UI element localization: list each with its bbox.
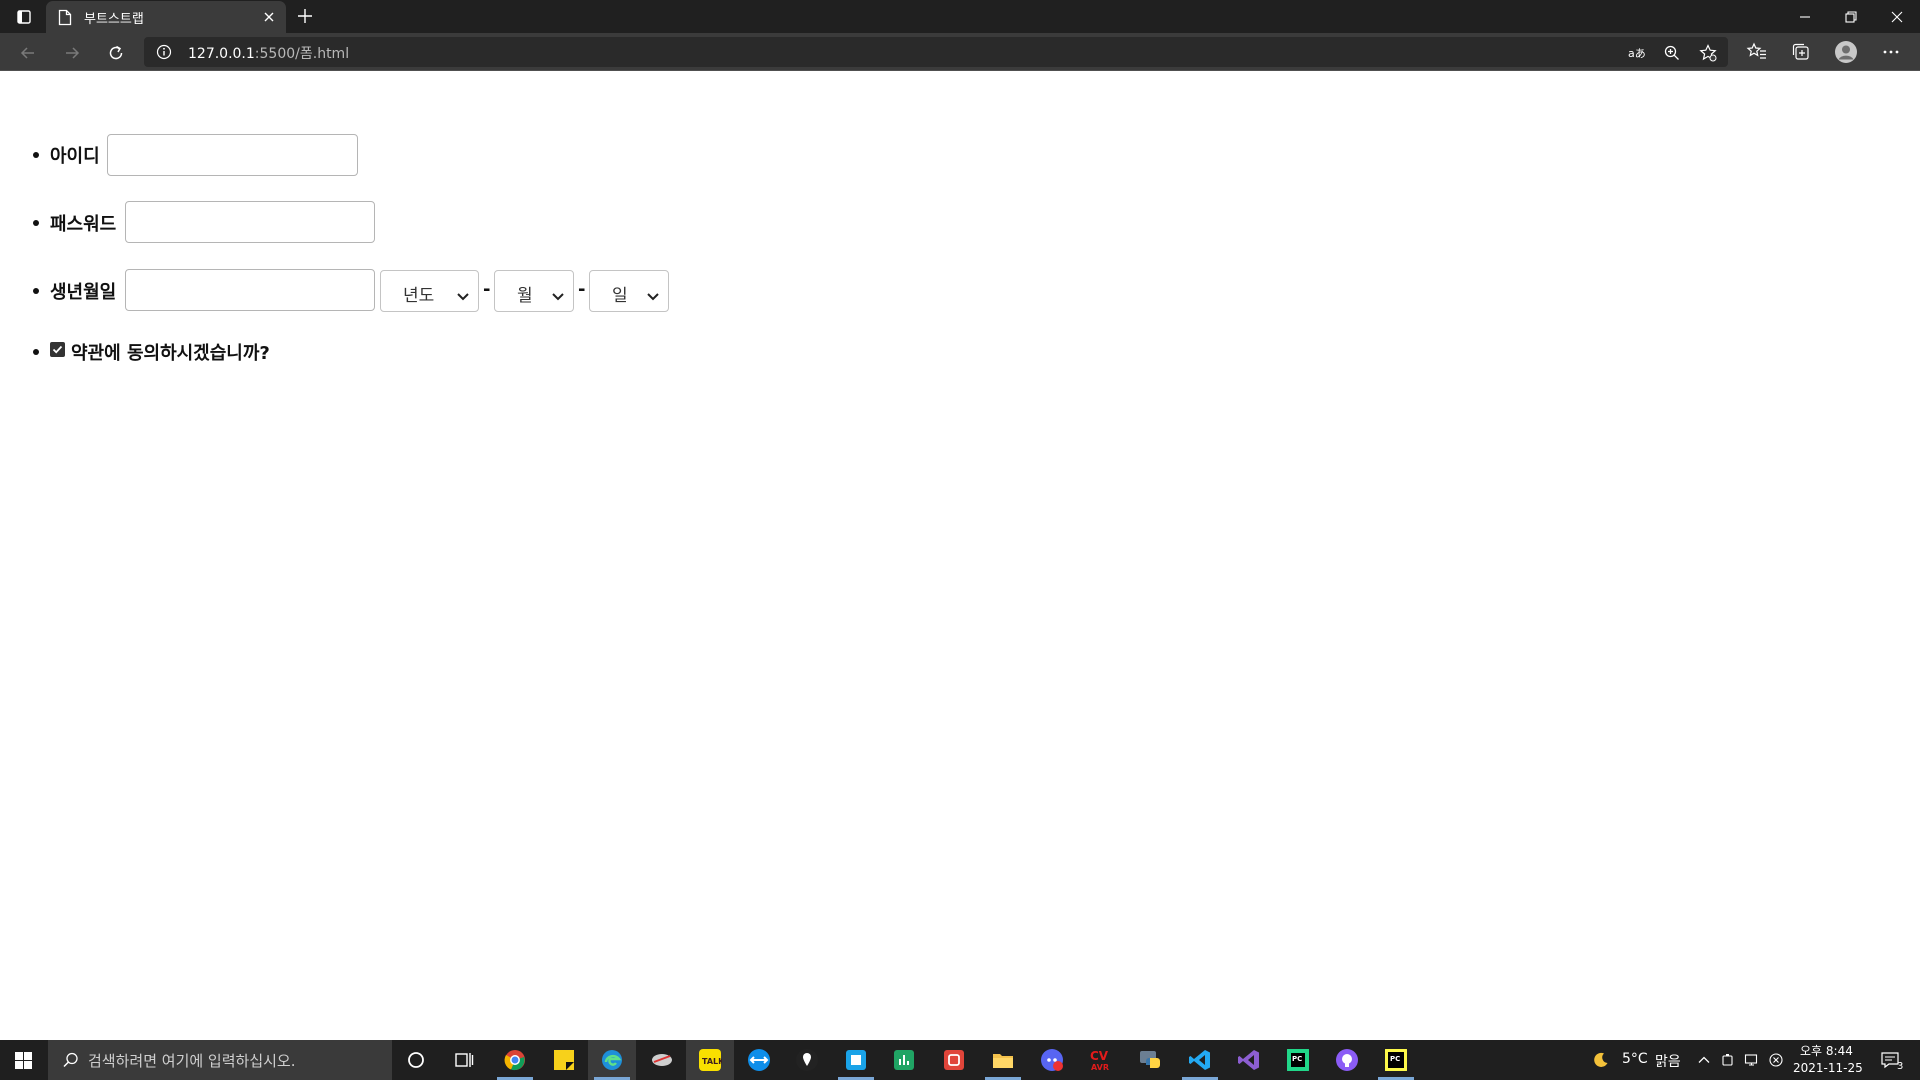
bullet <box>33 288 39 294</box>
restore-icon[interactable] <box>1828 0 1874 33</box>
id-input[interactable] <box>107 134 358 176</box>
profile-avatar[interactable] <box>1834 40 1858 64</box>
title-bar: 부트스트랩 <box>0 0 1920 33</box>
back-icon[interactable] <box>14 39 42 67</box>
discord-icon[interactable] <box>1028 1040 1076 1080</box>
svg-text:TALK: TALK <box>702 1057 722 1066</box>
volume-muted-icon[interactable] <box>1768 1052 1784 1068</box>
id-label: 아이디 <box>50 146 100 167</box>
pycharm-icon[interactable]: PC <box>1274 1040 1322 1080</box>
add-favorite-icon[interactable] <box>1698 43 1718 63</box>
map-pin-icon[interactable] <box>783 1040 831 1080</box>
page-content: 아이디 패스워드 생년월일 년도 - 월 - 일 약관에 동의하시겠습니까? <box>0 72 1920 1040</box>
visual-studio-icon[interactable] <box>1225 1040 1273 1080</box>
vscode-icon[interactable] <box>1176 1040 1224 1080</box>
day-select[interactable]: 일 <box>589 270 669 312</box>
svg-text:AVR: AVR <box>1091 1063 1109 1072</box>
moon-weather-icon[interactable] <box>1593 1052 1609 1068</box>
teamviewer-icon[interactable] <box>735 1040 783 1080</box>
clock-date[interactable]: 2021-11-25 <box>1793 1061 1863 1075</box>
search-icon <box>62 1051 80 1069</box>
birthdate-input[interactable] <box>125 269 375 311</box>
app-store-icon[interactable] <box>832 1040 880 1080</box>
birthdate-label: 생년월일 <box>50 282 117 303</box>
day-select-value: 일 <box>612 286 628 306</box>
task-view-icon[interactable] <box>440 1040 488 1080</box>
svg-text:CV: CV <box>1090 1049 1109 1063</box>
url-text[interactable]: 127.0.0.1:5500/폼.html <box>188 43 349 63</box>
month-select[interactable]: 월 <box>494 270 574 312</box>
dev-tool-icon[interactable] <box>638 1040 686 1080</box>
chevron-down-icon <box>551 287 565 301</box>
separator: - <box>578 279 586 300</box>
zoom-icon[interactable] <box>1662 43 1682 63</box>
agree-label[interactable]: 약관에 동의하시겠습니까? <box>71 339 270 365</box>
url-host: 127.0.0.1 <box>188 46 255 62</box>
clock-time[interactable]: 오후 8:44 <box>1800 1042 1853 1059</box>
cv-avr-icon[interactable]: CV AVR <box>1077 1040 1125 1080</box>
collections-icon[interactable] <box>1790 41 1812 63</box>
chrome-icon[interactable] <box>491 1040 539 1080</box>
year-select-value: 년도 <box>403 286 435 306</box>
separator: - <box>483 279 491 300</box>
tab-actions-icon[interactable] <box>12 7 36 27</box>
notification-count: 3 <box>1897 1061 1904 1072</box>
password-label: 패스워드 <box>50 214 117 235</box>
svg-text:PC: PC <box>1292 1055 1302 1063</box>
new-tab-icon[interactable] <box>294 5 316 27</box>
bullet <box>33 349 39 355</box>
site-info-icon[interactable] <box>156 44 172 60</box>
pycharm-pro-icon[interactable]: PC <box>1372 1040 1420 1080</box>
edge-icon[interactable] <box>588 1040 636 1080</box>
page-icon <box>58 9 72 26</box>
file-explorer-icon[interactable] <box>979 1040 1027 1080</box>
taskbar-search[interactable]: 검색하려면 여기에 입력하십시오. <box>48 1040 392 1080</box>
search-placeholder: 검색하려면 여기에 입력하십시오. <box>88 1052 296 1070</box>
bullet <box>33 220 39 226</box>
close-tab-icon[interactable] <box>260 8 278 26</box>
password-input[interactable] <box>125 201 375 243</box>
more-icon[interactable] <box>1880 41 1902 63</box>
tab-title: 부트스트랩 <box>84 12 144 27</box>
close-window-icon[interactable] <box>1874 0 1920 33</box>
svg-text:PC: PC <box>1390 1055 1400 1063</box>
weather-temp[interactable]: 5°C <box>1622 1051 1648 1067</box>
url-path: :5500/폼.html <box>254 46 350 62</box>
sheets-icon[interactable] <box>880 1040 928 1080</box>
chevron-up-icon[interactable] <box>1696 1052 1712 1068</box>
tab-active[interactable]: 부트스트랩 <box>46 1 286 33</box>
windows-start-icon[interactable] <box>0 1040 48 1080</box>
network-icon[interactable] <box>1744 1052 1760 1068</box>
favorites-icon[interactable] <box>1746 41 1768 63</box>
chevron-down-icon <box>646 287 660 301</box>
chevron-down-icon <box>456 287 470 301</box>
taskbar: 검색하려면 여기에 입력하십시오. TALK CV AVR PC PC 5°C … <box>0 1040 1920 1080</box>
address-toolbar: 127.0.0.1:5500/폼.html aあ <box>0 33 1920 71</box>
cortana-icon[interactable] <box>392 1040 440 1080</box>
svg-text:aあ: aあ <box>1628 47 1646 60</box>
battery-icon[interactable] <box>1720 1052 1736 1068</box>
github-desktop-icon[interactable] <box>1323 1040 1371 1080</box>
year-select[interactable]: 년도 <box>380 270 479 312</box>
bullet <box>33 152 39 158</box>
sticky-notes-icon[interactable] <box>540 1040 588 1080</box>
address-bar[interactable]: 127.0.0.1:5500/폼.html aあ <box>144 37 1728 67</box>
minimize-icon[interactable] <box>1782 0 1828 33</box>
red-app-icon[interactable] <box>930 1040 978 1080</box>
kakaotalk-icon[interactable]: TALK <box>686 1040 734 1080</box>
forward-icon[interactable] <box>58 39 86 67</box>
refresh-icon[interactable] <box>102 39 130 67</box>
python-icon[interactable] <box>1126 1040 1174 1080</box>
agree-checkbox[interactable] <box>50 342 65 357</box>
month-select-value: 월 <box>517 286 533 306</box>
weather-desc[interactable]: 맑음 <box>1655 1051 1681 1071</box>
read-aloud-icon[interactable]: aあ <box>1626 43 1646 63</box>
